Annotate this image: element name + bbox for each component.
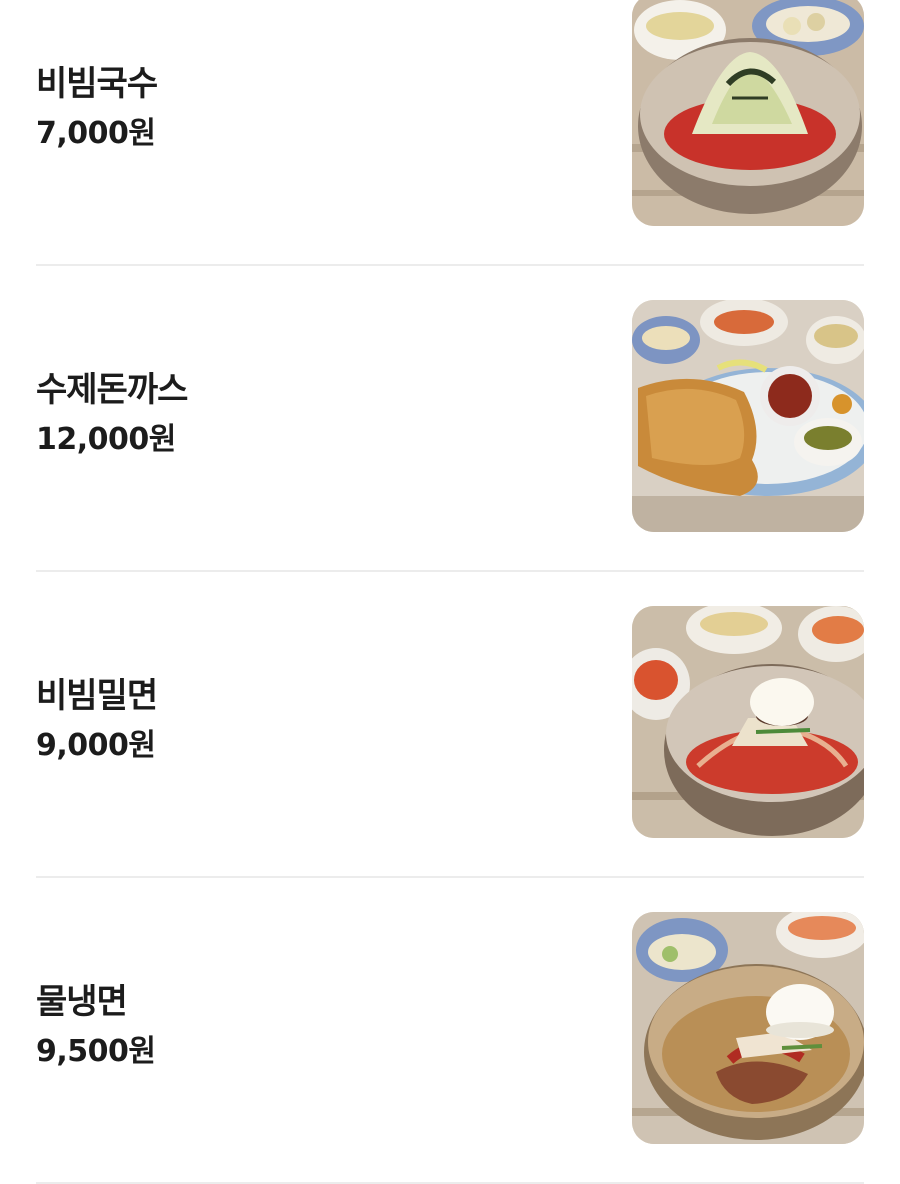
menu-item-price: 9,000원 [36,728,156,763]
bibim-guksu-photo-icon[interactable] [632,0,864,226]
menu-item-price: 9,500원 [36,1034,156,1069]
menu-item-bibim-milmyeon[interactable]: 비빔밀면 9,000원 [36,572,864,878]
pork-cutlet-photo-icon[interactable] [632,300,864,532]
menu-item-bibim-guksu[interactable]: 비빔국수 7,000원 [36,0,864,266]
menu-item-price: 12,000원 [36,422,176,457]
menu-item-name: 물냉면 [36,982,128,1022]
bibim-milmyeon-photo-icon[interactable] [632,606,864,838]
menu-item-pork-cutlet[interactable]: 수제돈까스 12,000원 [36,266,864,572]
menu-item-text: 비빔국수 7,000원 [36,62,576,154]
menu-item-text: 물냉면 9,500원 [36,980,576,1072]
menu-item-name: 비빔밀면 [36,676,158,716]
menu-item-mul-naengmyeon[interactable]: 물냉면 9,500원 [36,878,864,1184]
menu-item-text: 수제돈까스 12,000원 [36,368,576,460]
menu-item-price: 7,000원 [36,116,156,151]
menu-item-name: 비빔국수 [36,64,158,104]
menu-item-text: 비빔밀면 9,000원 [36,674,576,766]
mul-naengmyeon-photo-icon[interactable] [632,912,864,1144]
menu-item-name: 수제돈까스 [36,370,188,410]
